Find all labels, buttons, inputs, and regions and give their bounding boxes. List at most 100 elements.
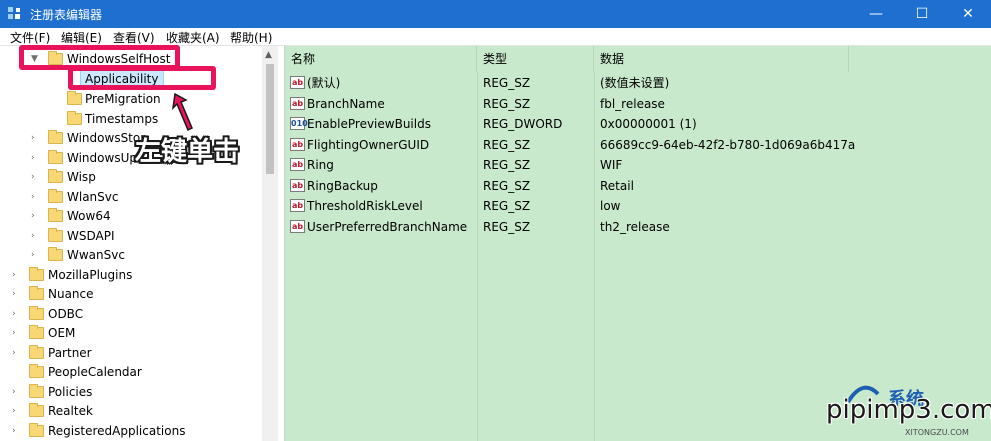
values-pane[interactable]: 名称 类型 数据 ab (默认) REG_SZ (数值未设置) ab Branc…	[284, 46, 991, 441]
folder-icon	[29, 286, 44, 300]
scroll-up-arrow-icon[interactable]: ▲	[265, 50, 272, 60]
folder-icon	[48, 228, 63, 242]
value-row[interactable]: ab ThresholdRiskLevel REG_SZ low	[285, 196, 991, 216]
value-type: REG_SZ	[483, 179, 531, 193]
expand-arrow-icon[interactable]: ›	[12, 304, 22, 324]
expand-arrow-icon[interactable]: ›	[12, 421, 22, 441]
tree-item-label: Wow64	[67, 209, 111, 223]
tree-item-registeredapplications[interactable]: › RegisteredApplications	[0, 421, 262, 441]
folder-icon	[48, 189, 63, 203]
tree-item-peoplecalendar[interactable]: PeopleCalendar	[0, 362, 262, 382]
expand-arrow-icon[interactable]: ›	[31, 226, 41, 246]
column-header-data[interactable]: 数据	[594, 46, 849, 72]
value-row[interactable]: ab RingBackup REG_SZ Retail	[285, 176, 991, 196]
value-row[interactable]: 010 EnablePreviewBuilds REG_DWORD 0x0000…	[285, 114, 991, 134]
folder-icon	[67, 111, 82, 125]
folder-icon	[29, 384, 44, 398]
watermark-text: pipimp3.com	[826, 395, 991, 425]
value-name: (默认)	[307, 76, 341, 90]
tree-item-label: OEM	[48, 326, 76, 340]
tree-item-partner[interactable]: › Partner	[0, 343, 262, 363]
string-value-icon: ab	[290, 158, 305, 171]
expand-arrow-icon[interactable]: ›	[31, 128, 41, 148]
folder-icon	[48, 150, 63, 164]
expand-arrow-icon[interactable]: ›	[12, 323, 22, 343]
regedit-icon	[8, 7, 20, 19]
tree-item-label: ODBC	[48, 307, 84, 321]
menu-view[interactable]: 查看(V)	[113, 29, 155, 46]
value-type: REG_SZ	[483, 158, 531, 172]
scrollbar-thumb[interactable]	[266, 64, 274, 174]
tree-item-premigration[interactable]: PreMigration	[0, 89, 262, 109]
tree-scrollbar[interactable]: ▲	[262, 46, 278, 441]
menu-favorites[interactable]: 收藏夹(A)	[166, 29, 220, 46]
tree-item-odbc[interactable]: › ODBC	[0, 304, 262, 324]
value-name: RingBackup	[307, 179, 378, 193]
expand-arrow-icon[interactable]: ›	[12, 265, 22, 285]
tree-item-wsdapi[interactable]: › WSDAPI	[0, 226, 262, 246]
string-value-icon: ab	[290, 220, 305, 233]
value-type: REG_SZ	[483, 220, 531, 234]
expand-arrow-icon[interactable]: ›	[12, 382, 22, 402]
value-name: EnablePreviewBuilds	[307, 117, 431, 131]
tree-item-wwansvc[interactable]: › WwanSvc	[0, 245, 262, 265]
tree-item-label: WwanSvc	[67, 248, 125, 262]
column-header-type[interactable]: 类型	[477, 46, 594, 72]
value-data: Retail	[600, 179, 634, 193]
expand-arrow-icon[interactable]: ›	[12, 284, 22, 304]
value-type: REG_DWORD	[483, 117, 563, 131]
menu-edit[interactable]: 编辑(E)	[61, 29, 102, 46]
value-type: REG_SZ	[483, 76, 531, 90]
tree-item-policies[interactable]: › Policies	[0, 382, 262, 402]
value-row[interactable]: ab FlightingOwnerGUID REG_SZ 66689cc9-64…	[285, 135, 991, 155]
string-value-icon: ab	[290, 138, 305, 151]
folder-icon	[29, 403, 44, 417]
tree-item-label: WlanSvc	[67, 190, 119, 204]
menu-help[interactable]: 帮助(H)	[230, 29, 272, 46]
expand-arrow-icon[interactable]: ›	[31, 206, 41, 226]
value-data: 66689cc9-64eb-42f2-b780-1d069a6b417a	[600, 138, 856, 152]
tree-item-nuance[interactable]: › Nuance	[0, 284, 262, 304]
value-row[interactable]: ab Ring REG_SZ WIF	[285, 155, 991, 175]
string-value-icon: ab	[290, 199, 305, 212]
tree-item-wlansvc[interactable]: › WlanSvc	[0, 187, 262, 207]
value-row[interactable]: ab UserPreferredBranchName REG_SZ th2_re…	[285, 217, 991, 237]
tree-item-timestamps[interactable]: Timestamps	[0, 109, 262, 129]
tree-item-oem[interactable]: › OEM	[0, 323, 262, 343]
value-name: FlightingOwnerGUID	[307, 138, 430, 152]
maximize-button[interactable]: ☐	[899, 0, 945, 28]
folder-icon	[48, 247, 63, 261]
value-row[interactable]: ab BranchName REG_SZ fbl_release	[285, 94, 991, 114]
value-data: th2_release	[600, 220, 670, 234]
expand-arrow-icon[interactable]: ›	[31, 148, 41, 168]
tree-item-wisp[interactable]: › Wisp	[0, 167, 262, 187]
tree-item-realtek[interactable]: › Realtek	[0, 401, 262, 421]
expand-arrow-icon[interactable]: ›	[31, 187, 41, 207]
folder-icon	[48, 130, 63, 144]
tree-item-label: WindowsUp	[67, 151, 137, 165]
registry-tree[interactable]: ▼ WindowsSelfHost Applicability PreMigra…	[0, 46, 278, 441]
value-row[interactable]: ab (默认) REG_SZ (数值未设置)	[285, 73, 991, 93]
expand-arrow-icon[interactable]: ›	[31, 245, 41, 265]
value-name: UserPreferredBranchName	[307, 220, 468, 234]
minimize-button[interactable]: —	[853, 0, 899, 28]
folder-icon	[29, 345, 44, 359]
expand-arrow-icon[interactable]: ›	[31, 167, 41, 187]
title-bar: 注册表编辑器 — ☐ ✕	[0, 0, 991, 28]
annotation-text: 左键单击	[135, 137, 240, 167]
tree-item-label: WindowsStor	[67, 131, 146, 145]
tree-item-label: Partner	[48, 346, 92, 360]
column-header-name[interactable]: 名称	[285, 46, 477, 72]
tree-item-mozillaplugins[interactable]: › MozillaPlugins	[0, 265, 262, 285]
close-button[interactable]: ✕	[945, 0, 991, 28]
tree-item-label: PeopleCalendar	[48, 365, 142, 379]
expand-arrow-icon[interactable]: ›	[12, 401, 22, 421]
tree-item-label: RegisteredApplications	[48, 424, 186, 438]
folder-icon	[29, 364, 44, 378]
tree-item-label: MozillaPlugins	[48, 268, 133, 282]
tree-item-wow64[interactable]: › Wow64	[0, 206, 262, 226]
folder-icon	[48, 208, 63, 222]
value-name: ThresholdRiskLevel	[307, 199, 423, 213]
menu-file[interactable]: 文件(F)	[10, 29, 50, 46]
expand-arrow-icon[interactable]: ›	[12, 343, 22, 363]
